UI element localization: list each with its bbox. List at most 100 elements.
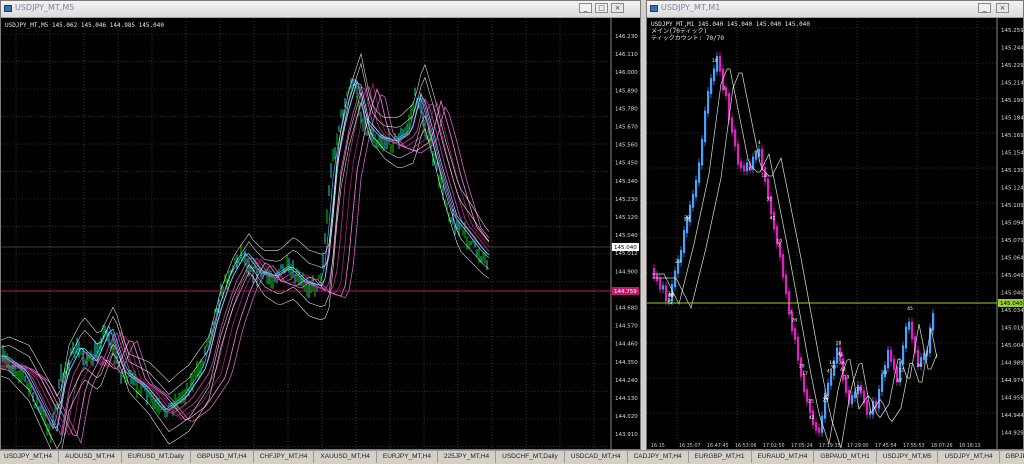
left-chart-title: USDJPY_MT,M5 [15,3,75,12]
right-minimize-button[interactable]: _ [978,3,991,13]
tick-count-annotation: 25 [823,397,829,403]
chart-tab-bar: USDJPY_MT,H4 AUDUSD_MT,H4 EURUSD_MT,Daily G… [0,450,1024,464]
candle-body [890,349,893,362]
price-axis-label: 145.034 [1001,308,1023,314]
chart-tab[interactable]: USDJPY_MT,H4 [0,451,60,463]
candle-body [692,194,695,208]
band-line [1,102,490,449]
chart-tab[interactable]: USDCAD_MT,H4 [565,451,628,463]
right-chart-area[interactable]: 45 46 19 7 32 42 17 36 38 0 25 7 26 38 42 41 18 4 28 0 48 47 3… [647,18,1023,449]
candle-body [905,326,908,349]
candle-body [932,313,935,331]
price-axis-label: 145.004 [1001,343,1023,349]
price-axis-label: 145.079 [1001,238,1023,244]
candle-body [797,337,800,361]
price-axis-label: 145.120 [615,215,638,221]
right-chart-titlebar[interactable]: USDJPY_MT,M1 _ × [647,1,1023,18]
candle-body [707,90,710,114]
right-time-axis: 16:15 16:35:07 16:47:45 16:53:06 17:02:50 17:… [651,443,981,449]
candle-body [818,427,821,433]
chart-tab[interactable]: USDJPY_MT,M5 [877,451,939,463]
chart-tab[interactable]: USDCHF_MT,Daily [496,451,565,463]
right-close-button[interactable]: × [996,3,1009,13]
tick-count-annotation: 0 [749,167,752,173]
chart-tab[interactable]: 225JPY_MT,H4 [438,451,497,463]
left-price-chart[interactable]: 146.230 146.110 146.000 145.890 145.780 145.6… [1,18,640,449]
candle-body [830,372,833,386]
moving-average-line [1,94,490,445]
tick-count-annotation: 42 [840,367,846,373]
candle-body [683,230,686,253]
price-axis-label: 144.989 [1001,361,1023,367]
right-chart-info-2: メイン(70ティック) [651,28,708,35]
right-grid [647,18,997,439]
chart-tab[interactable]: GBPJPY_MT,H4 [1000,451,1024,463]
price-axis-label: 145.450 [615,161,638,167]
left-minimize-button[interactable]: _ [579,3,592,13]
candle-body [710,78,713,94]
right-candles [653,51,935,437]
price-axis-label: 145.890 [615,88,638,94]
left-chart-area[interactable]: 146.230 146.110 146.000 145.890 145.780 145.6… [1,18,640,449]
right-moving-averages [652,68,938,449]
candle-body [878,388,881,409]
time-axis-label: 17:29:00 [847,443,869,449]
price-axis-label: 144.240 [615,378,638,384]
price-axis-label: 146.110 [615,52,638,58]
chart-tab[interactable]: XAUUSD_MT,H4 [314,451,377,463]
price-axis-label: 145.214 [1001,81,1023,87]
time-axis-label: 16:53:06 [735,443,757,449]
chart-tab[interactable]: CADJPY_MT,H4 [628,451,689,463]
candle-body [767,178,770,200]
line-price-label: 144.759 [614,289,637,295]
chart-tab[interactable]: EURJPY_MT,H4 [377,451,438,463]
left-close-button[interactable]: × [611,3,624,13]
chart-tab[interactable]: CHFJPY_MT,H4 [254,451,315,463]
tick-count-annotation: 19 [844,374,850,380]
candle-body [866,400,869,415]
chart-tab[interactable]: GBPUSD_MT,H4 [191,451,254,463]
candle-body [785,274,788,295]
time-axis-label: 17:55:53 [903,443,925,449]
left-chart-titlebar[interactable]: USDJPY_MT,M5 _ □ × [1,1,640,18]
time-axis-label: 17:02:50 [763,443,785,449]
candle-body [731,117,734,133]
left-maximize-button[interactable]: □ [595,3,608,13]
candle-body [893,358,896,370]
left-chart-window[interactable]: USDJPY_MT,M5 _ □ × 146.230 146.110 146.000… [0,0,641,450]
chart-tab[interactable]: GBPAUD_MT,H1 [814,451,877,463]
tick-count-annotation: 28 [836,340,842,346]
chart-tab[interactable]: EURUSD_MT,Daily [122,451,191,463]
right-price-chart[interactable]: 4546197324217363802572638424118428048473… [647,18,1023,449]
candle-body [827,382,830,396]
price-axis-label: 145.244 [1001,46,1023,52]
tick-count-annotation: 12 [898,367,904,373]
tick-count-annotation: 36 [916,363,922,369]
price-axis-label: 145.064 [1001,256,1023,262]
candle-body [653,268,656,278]
tick-count-annotation: 30 [856,387,862,393]
right-chart-window[interactable]: USDJPY_MT,M1 _ × 45 46 19 7 32 42 17 36 38 0 25 7 26… [646,0,1024,450]
candle-body [713,68,716,82]
tick-count-annotation: 47 [896,378,902,384]
price-axis-label: 145.229 [1001,63,1023,69]
candle-body [908,321,911,330]
tick-count-annotation: 10 [712,58,718,64]
tick-count-annotation: 18 [761,173,767,179]
tick-count-annotation: 14 [829,360,835,366]
chart-tab[interactable]: AUDUSD_MT,H4 [59,451,122,463]
candle-body [704,110,707,143]
tick-count-annotation: 4 [758,140,761,146]
candle-body [695,179,698,198]
right-chart-title: USDJPY_MT,M1 [661,3,721,12]
chart-tab[interactable]: EURAUD_MT,H4 [752,451,815,463]
candle-body [902,345,905,365]
tick-count-annotation: 28 [684,217,690,223]
price-axis-label: 145.184 [1001,116,1023,122]
price-axis-label: 145.049 [1001,273,1023,279]
time-axis-label: 17:05:24 [791,443,813,449]
chart-tab[interactable]: EURGBP_MT,H1 [689,451,752,463]
price-axis-label: 145.560 [615,143,638,149]
tick-count-annotation: 25 [808,399,814,405]
chart-tab[interactable]: USDJPY_MT,H4 [938,451,1000,463]
